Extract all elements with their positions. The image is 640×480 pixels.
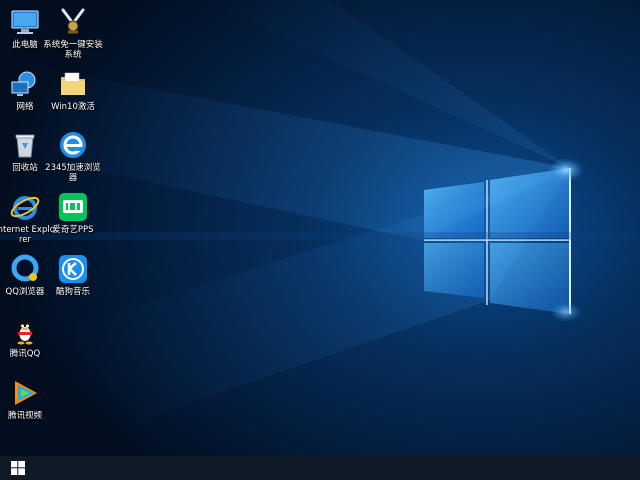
desktop-icon-tencent-video[interactable]: 腾讯视频 xyxy=(0,373,56,433)
desktop-icon-browser-2345[interactable]: 2345加速浏览器 xyxy=(42,125,104,185)
iqiyi-icon xyxy=(59,193,87,221)
browser-2345-icon xyxy=(60,132,86,158)
desktop-icon-label: 系统免一键安装系统 xyxy=(43,40,103,60)
network-icon xyxy=(11,71,36,96)
crossed-swords-icon xyxy=(61,8,85,34)
desktop-icon-label: 爱奇艺PPS xyxy=(52,225,94,235)
desktop-icon-tencent-qq[interactable]: 腾讯QQ xyxy=(0,311,56,371)
recycle-bin-icon xyxy=(15,134,35,158)
desktop-icon-system-installer[interactable]: 系统免一键安装系统 xyxy=(42,2,104,62)
desktop-icon-iqiyi-pps[interactable]: 爱奇艺PPS xyxy=(42,187,104,247)
kugou-icon xyxy=(59,255,87,283)
folder-icon xyxy=(61,72,85,95)
qq-browser-icon xyxy=(11,254,39,282)
desktop-icon-label: Win10激活 xyxy=(51,102,95,112)
desktop-icon-label: 酷狗音乐 xyxy=(55,287,90,297)
internet-explorer-icon xyxy=(10,196,40,220)
qq-penguin-icon xyxy=(17,320,33,345)
desktop-icon-label: 腾讯QQ xyxy=(9,349,41,359)
windows-logo-icon xyxy=(11,461,25,475)
taskbar xyxy=(0,456,640,480)
computer-icon xyxy=(11,10,39,34)
desktop-icon-label: 2345加速浏览器 xyxy=(45,163,101,183)
desktop-icon-label: 腾讯视频 xyxy=(7,411,42,421)
start-button[interactable] xyxy=(0,456,36,480)
desktop-icon-kugou-music[interactable]: 酷狗音乐 xyxy=(42,249,104,309)
tencent-video-icon xyxy=(15,381,37,405)
desktop-icon-win10-activate[interactable]: Win10激活 xyxy=(42,64,104,124)
